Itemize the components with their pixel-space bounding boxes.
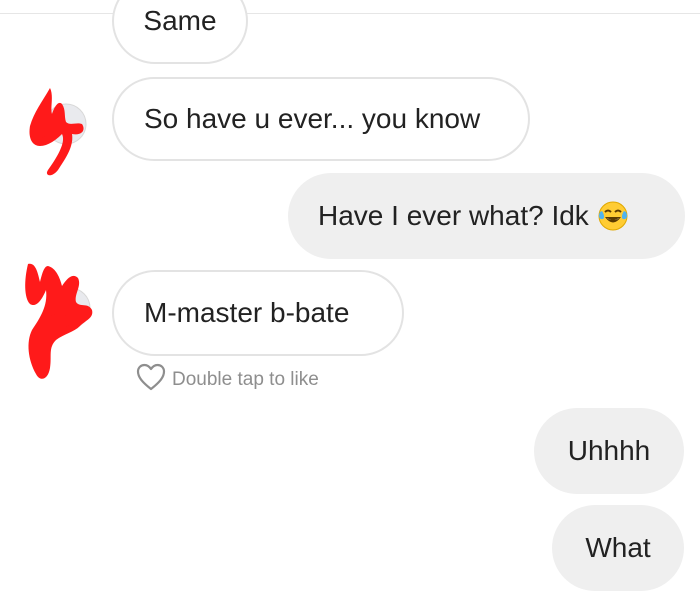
- message-bubble-sent[interactable]: Have I ever what? Idk: [288, 173, 685, 259]
- message-text: So have u ever... you know: [144, 103, 481, 134]
- message-text: Same: [143, 5, 217, 36]
- message-bubble-sent[interactable]: What: [552, 505, 684, 591]
- message-bubble-received[interactable]: M-master b-bate: [112, 270, 404, 356]
- message-text: Have I ever what? Idk: [318, 200, 589, 231]
- message-text: Uhhhh: [567, 435, 651, 466]
- header-divider: [0, 13, 700, 14]
- tears-of-joy-emoji: [597, 200, 629, 232]
- sender-avatar-redacted: [22, 256, 93, 379]
- heart-outline-icon[interactable]: [136, 363, 166, 397]
- message-bubble-sent[interactable]: Uhhhh: [534, 408, 684, 494]
- sender-avatar-redacted: [22, 82, 92, 176]
- message-bubble-received[interactable]: So have u ever... you know: [112, 77, 530, 161]
- like-hint-text: Double tap to like: [172, 369, 319, 390]
- message-text: What: [585, 532, 651, 563]
- message-bubble-received[interactable]: Same: [112, 0, 248, 64]
- double-tap-like-hint[interactable]: Double tap to like: [136, 363, 319, 397]
- message-text: M-master b-bate: [144, 297, 350, 328]
